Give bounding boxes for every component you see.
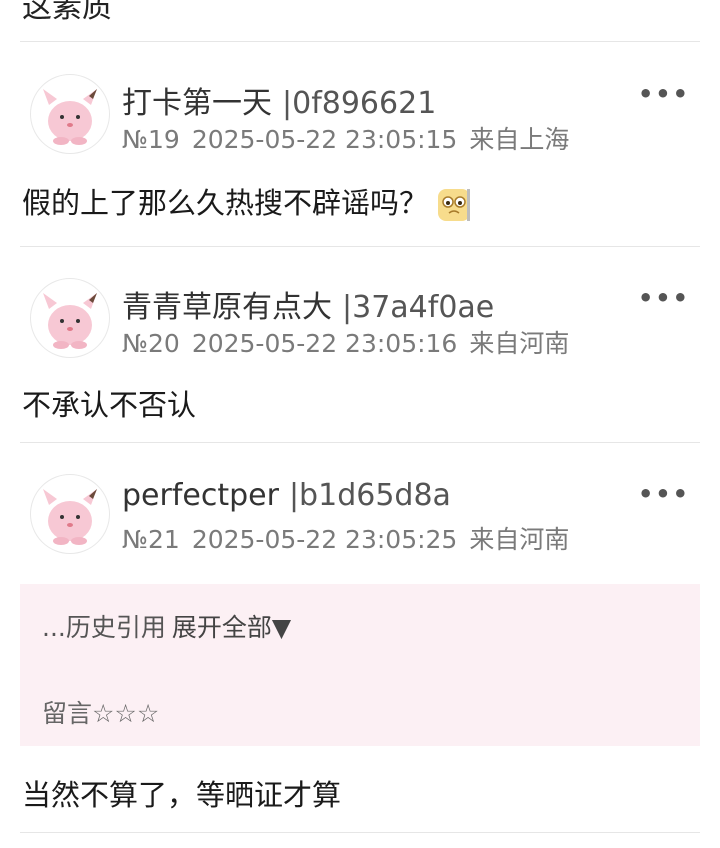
post-header: 青青草原有点大 |37a4f0ae bbox=[122, 282, 494, 326]
quoted-message: 留言☆☆☆ bbox=[42, 699, 160, 728]
post-text: 不承认不否认 bbox=[22, 388, 197, 422]
post-header: perfectper |b1d65d8a bbox=[122, 478, 451, 513]
post-meta: №19 2025-05-22 23:05:15 来自上海 bbox=[122, 120, 581, 156]
quote-history: ...历史引用 展开全部▼ bbox=[42, 608, 291, 644]
clefairy-avatar-icon bbox=[43, 293, 97, 349]
expand-all-button[interactable]: 展开全部▼ bbox=[172, 613, 291, 642]
post-meta: №20 2025-05-22 23:05:16 来自河南 bbox=[122, 324, 581, 360]
username[interactable]: 青青草原有点大 bbox=[122, 290, 332, 325]
avatar[interactable] bbox=[30, 474, 110, 554]
user-id: |0f896621 bbox=[282, 86, 437, 121]
post-location: 来自河南 bbox=[469, 525, 570, 554]
post-text: 假的上了那么久热搜不辟谣吗？ bbox=[22, 186, 429, 220]
post-text: 当然不算了，等晒证才算 bbox=[22, 778, 342, 812]
clefairy-avatar-icon bbox=[43, 89, 97, 145]
more-options-icon[interactable]: ••• bbox=[638, 284, 690, 312]
post-datetime: 2025-05-22 23:05:15 bbox=[191, 125, 458, 154]
post-meta: №21 2025-05-22 23:05:25 来自河南 bbox=[122, 520, 581, 556]
post-content: 假的上了那么久热搜不辟谣吗？ bbox=[22, 180, 472, 223]
avatar[interactable] bbox=[30, 278, 110, 358]
user-id: |b1d65d8a bbox=[288, 478, 451, 513]
quote-box: ...历史引用 展开全部▼ 留言☆☆☆ bbox=[20, 584, 700, 746]
post-location: 来自上海 bbox=[469, 125, 570, 154]
divider bbox=[20, 41, 700, 42]
user-id: |37a4f0ae bbox=[342, 290, 495, 325]
post-datetime: 2025-05-22 23:05:25 bbox=[191, 525, 458, 554]
divider bbox=[20, 246, 700, 247]
avatar[interactable] bbox=[30, 74, 110, 154]
post-content: 不承认不否认 bbox=[22, 382, 196, 424]
previous-post-content: 这素质 bbox=[22, 0, 112, 25]
teary-face-emoji-icon bbox=[438, 189, 471, 221]
floor-number: №21 bbox=[122, 525, 180, 554]
more-options-icon[interactable]: ••• bbox=[638, 480, 690, 508]
quote-history-label: ...历史引用 bbox=[42, 613, 166, 642]
post-header: 打卡第一天 |0f896621 bbox=[122, 78, 436, 122]
more-options-icon[interactable]: ••• bbox=[638, 80, 690, 108]
post-content: 当然不算了，等晒证才算 bbox=[22, 772, 341, 814]
username[interactable]: 打卡第一天 bbox=[122, 86, 272, 121]
username[interactable]: perfectper bbox=[122, 478, 279, 513]
divider bbox=[20, 832, 700, 833]
floor-number: №19 bbox=[122, 125, 180, 154]
post-location: 来自河南 bbox=[469, 329, 570, 358]
floor-number: №20 bbox=[122, 329, 180, 358]
post-datetime: 2025-05-22 23:05:16 bbox=[191, 329, 458, 358]
divider bbox=[20, 442, 700, 443]
clefairy-avatar-icon bbox=[43, 489, 97, 545]
